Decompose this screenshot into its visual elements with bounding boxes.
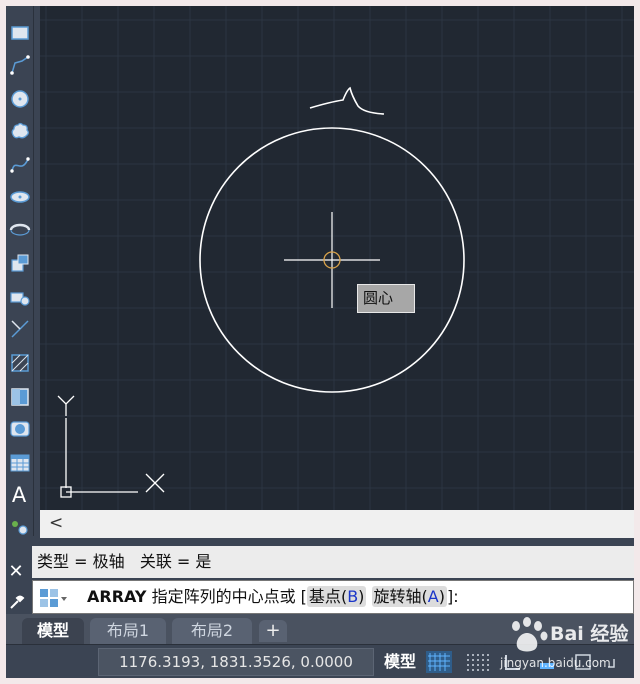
horizontal-scrollbar[interactable]: < [40,510,634,538]
baidu-paw-logo [512,617,548,652]
scroll-left-arrow[interactable]: < [49,513,63,533]
snap-tooltip: 圆心 [357,284,415,313]
close-icon[interactable]: ✕ [6,562,26,582]
option-rotation-axis[interactable]: 旋转轴(A) [371,586,447,607]
rectangle-icon[interactable] [9,22,31,44]
gradient-icon[interactable] [9,386,31,408]
ellipse-arc-icon[interactable] [9,218,31,240]
option-base-point[interactable]: 基点(B) [306,586,367,607]
command-name: ARRAY [87,587,147,606]
snap-mode-icon[interactable] [464,651,490,673]
tab-layout2[interactable]: 布局2 [172,618,252,644]
add-selected-icon[interactable] [9,516,31,538]
array-command-icon[interactable] [39,588,69,608]
canvas-graphics [40,6,634,510]
bracket-open: [ [300,587,307,606]
insert-block-icon[interactable] [9,252,31,274]
baidu-watermark: Bai 经验 jingyan.baidu.com [500,616,634,676]
watermark-url: jingyan.baidu.com [500,656,611,670]
watermark-text: Bai 经验 [550,623,629,645]
model-space-button[interactable]: 模型 [378,648,422,676]
draw-toolbar: A [6,6,34,536]
region-icon[interactable] [9,418,31,440]
command-history: 类型 = 极轴 关联 = 是 [32,546,634,578]
spline-icon[interactable] [9,154,31,176]
tab-layout1[interactable]: 布局1 [90,618,166,644]
tab-model[interactable]: 模型 [22,618,84,644]
grid-lines [40,6,634,510]
bracket-close: ]: [446,587,459,606]
ellipse-icon[interactable] [9,186,31,208]
command-prompt: ARRAY 指定阵列的中心点或 [基点(B) 旋转轴(A)]: [87,581,459,613]
ucs-icon [57,395,165,498]
create-block-icon[interactable] [9,286,31,308]
command-prompt-text: 指定阵列的中心点或 [151,587,296,606]
command-line[interactable]: ARRAY 指定阵列的中心点或 [基点(B) 旋转轴(A)]: [32,580,634,614]
polyline-icon[interactable] [9,54,31,76]
cloud-icon[interactable] [9,120,31,142]
point-icon[interactable] [9,318,31,340]
table-icon[interactable] [9,452,31,474]
wrench-icon[interactable] [6,594,26,610]
grid-display-icon[interactable] [426,651,452,673]
circle-icon[interactable] [9,88,31,110]
drawing-canvas[interactable]: 圆心 [40,6,634,510]
autocad-window: A 圆心 < ✕ 类型 = 极轴 关联 = 是 ARRAY 指定阵列的中心点或 … [6,6,634,678]
multiline-text-icon[interactable]: A [8,484,30,506]
coordinates-display[interactable]: 1176.3193, 1831.3526, 0.0000 [98,648,374,676]
add-layout-button[interactable]: + [259,620,287,642]
hatch-icon[interactable] [9,352,31,374]
